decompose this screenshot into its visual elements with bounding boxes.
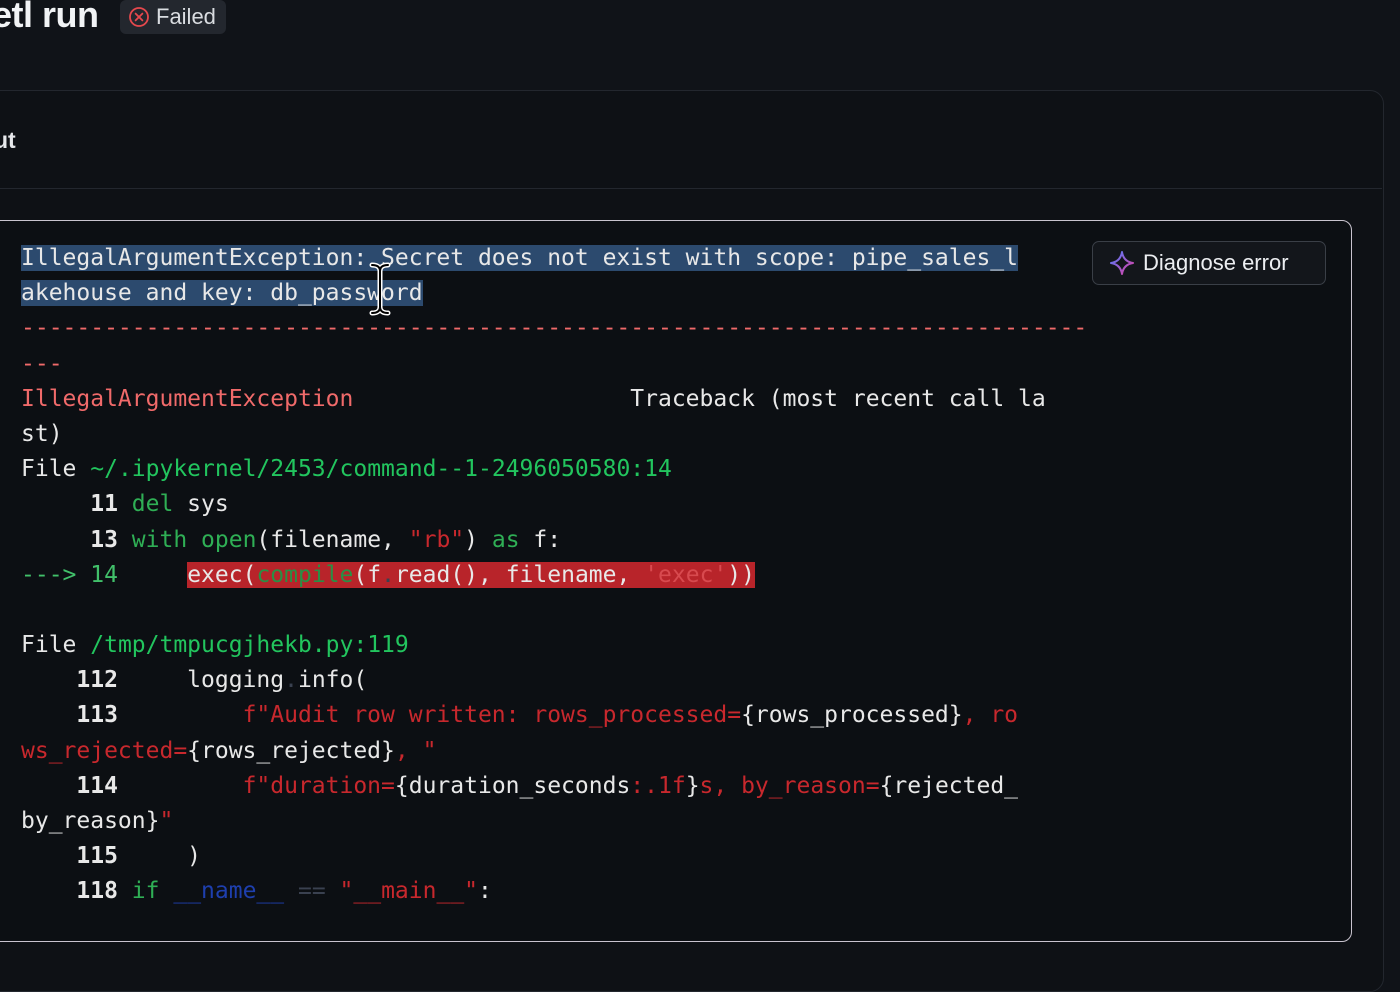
code-line: akehouse and key: db_password — [21, 280, 423, 307]
code-line: 115 ) — [21, 843, 202, 870]
code-line: File /tmp/tmpucgjhekb.py:119 — [21, 632, 409, 659]
status-badge: Failed — [120, 0, 226, 34]
code-line: ----------------------------------------… — [21, 315, 1088, 342]
sparkle-icon — [1110, 251, 1134, 275]
page-title: etl run — [0, 0, 99, 35]
code-line: IllegalArgumentException Traceback (most… — [21, 385, 1046, 412]
code-line: 118 if __name__ == "__main__": — [21, 878, 492, 905]
text-cursor-icon — [369, 262, 391, 316]
code-line: 112 logging.info( — [21, 667, 368, 694]
code-line: ws_rejected={rows_rejected}, " — [21, 737, 437, 764]
code-line: st) — [21, 420, 63, 447]
code-line: 11 del sys — [21, 491, 229, 518]
diagnose-error-button[interactable]: Diagnose error — [1092, 241, 1326, 285]
code-line: 113 f"Audit row written: rows_processed=… — [21, 702, 1019, 729]
code-line: IllegalArgumentException: Secret does no… — [21, 245, 1018, 271]
traceback-output[interactable]: IllegalArgumentException: Secret does no… — [21, 241, 1088, 910]
status-label: Failed — [156, 4, 216, 29]
error-circle-icon — [129, 7, 149, 27]
section-label: ut — [0, 127, 16, 153]
diagnose-error-label: Diagnose error — [1143, 250, 1289, 275]
divider — [0, 188, 1382, 189]
code-line: by_reason}" — [21, 808, 174, 834]
code-line: 114 f"duration={duration_seconds:.1f}s, … — [21, 772, 1019, 799]
code-line: File ~/.ipykernel/2453/command--1-249605… — [21, 456, 672, 483]
code-line: --- — [21, 350, 63, 377]
code-line: 13 with open(filename, "rb") as f: — [21, 526, 562, 553]
code-line: ---> 14 exec(compile(f.read(), filename,… — [21, 561, 755, 588]
